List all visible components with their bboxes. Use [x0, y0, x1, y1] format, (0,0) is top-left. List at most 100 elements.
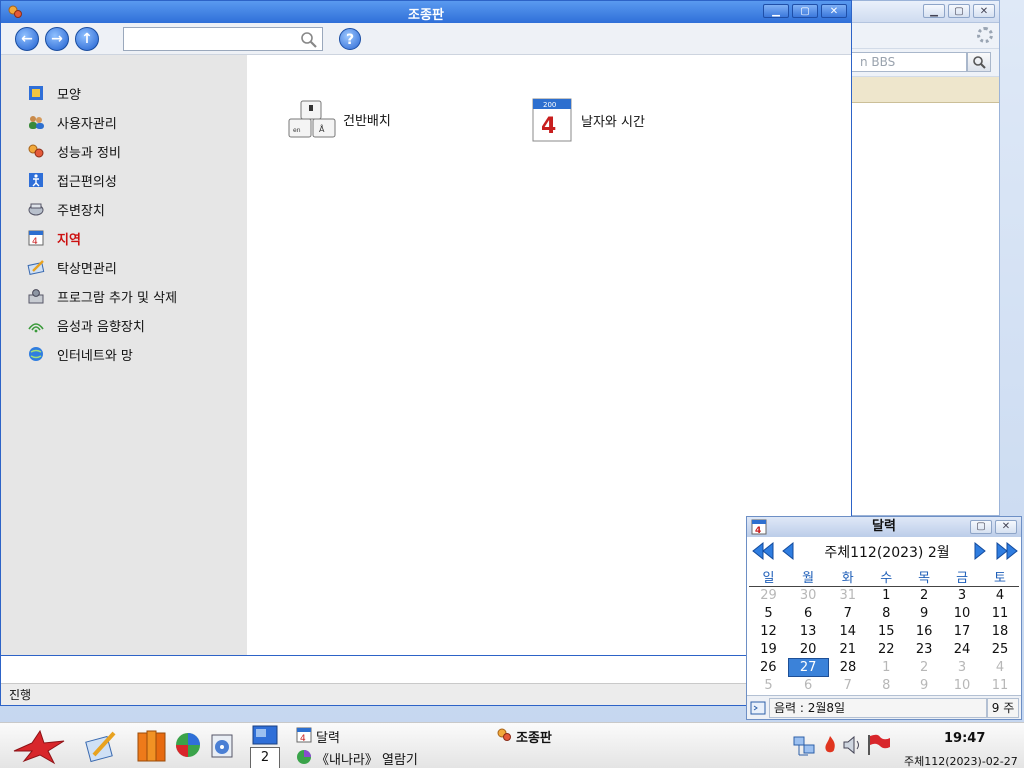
- minimize-button[interactable]: ▁: [923, 4, 945, 18]
- sidebar-item-network[interactable]: 인터네트와 망: [27, 343, 133, 365]
- minimize-button[interactable]: ▁: [763, 4, 789, 18]
- next-year-button[interactable]: [995, 541, 1019, 561]
- calendar-day[interactable]: 9: [905, 605, 943, 623]
- calendar-day[interactable]: 4: [981, 659, 1019, 677]
- calendar-day[interactable]: 11: [981, 605, 1019, 623]
- calendar-day[interactable]: 3: [943, 659, 981, 677]
- calendar-day[interactable]: 8: [867, 605, 905, 623]
- calendar-day[interactable]: 2: [905, 659, 943, 677]
- control-panel-window[interactable]: 조종판 ▁ ▢ ✕ ← → ↑ ? 모양사용자관리성능과 정비접근편의성주변장치…: [0, 0, 852, 706]
- calendar-day[interactable]: 31: [828, 587, 867, 605]
- browser-launcher[interactable]: [174, 731, 202, 762]
- library-launcher[interactable]: [136, 729, 168, 766]
- calendar-day[interactable]: 6: [788, 605, 828, 623]
- maximize-button[interactable]: ▢: [970, 520, 992, 534]
- calendar-day[interactable]: 7: [828, 677, 867, 695]
- calendar-day[interactable]: 11: [981, 677, 1019, 695]
- fire-tray-icon[interactable]: [822, 735, 838, 758]
- search-input[interactable]: [123, 27, 323, 51]
- close-button[interactable]: ✕: [973, 4, 995, 18]
- calendar-day[interactable]: 4: [981, 587, 1019, 605]
- sidebar-item-sound[interactable]: 음성과 음향장치: [27, 314, 145, 336]
- close-button[interactable]: ✕: [995, 520, 1017, 534]
- back-button[interactable]: ←: [15, 27, 39, 51]
- close-button[interactable]: ✕: [821, 4, 847, 18]
- task-control-panel[interactable]: [496, 727, 512, 746]
- calendar-day[interactable]: 22: [867, 641, 905, 659]
- calendar-day[interactable]: 6: [788, 677, 828, 695]
- volume-tray-icon[interactable]: [842, 735, 864, 758]
- maximize-button[interactable]: ▢: [948, 4, 970, 18]
- sidebar-item-peripherals[interactable]: 주변장치: [27, 198, 105, 220]
- calendar-day[interactable]: 19: [749, 641, 788, 659]
- calendar-day[interactable]: 28: [828, 659, 867, 677]
- calendar-day[interactable]: 2: [905, 587, 943, 605]
- window-titlebar[interactable]: 조종판 ▁ ▢ ✕: [1, 1, 851, 23]
- calendar-day[interactable]: 15: [867, 623, 905, 641]
- sidebar-item-desktop[interactable]: 탁상면관리: [27, 256, 117, 278]
- background-window-titlebar[interactable]: ▁ ▢ ✕: [849, 1, 999, 23]
- forward-button[interactable]: →: [45, 27, 69, 51]
- terminal-icon[interactable]: [750, 700, 766, 719]
- maximize-button[interactable]: ▢: [792, 4, 818, 18]
- network-tray-icon[interactable]: [792, 735, 816, 760]
- calendar-day[interactable]: 9: [905, 677, 943, 695]
- calendar-day[interactable]: 30: [788, 587, 828, 605]
- task-calendar-label[interactable]: 달력: [316, 727, 340, 746]
- calendar-day[interactable]: 5: [749, 677, 788, 695]
- task-browser[interactable]: [296, 749, 312, 768]
- calendar-day[interactable]: 10: [943, 677, 981, 695]
- calendar-window[interactable]: 4 달력 ▢ ✕ 주체112(2023) 2월 일월화수목금토 29 30 31 1 2…: [746, 516, 1022, 720]
- sidebar-item-label: 사용자관리: [57, 116, 117, 132]
- help-button[interactable]: ?: [339, 28, 361, 50]
- calendar-day[interactable]: 29: [749, 587, 788, 605]
- sidebar-item-users[interactable]: 사용자관리: [27, 111, 117, 133]
- address-input[interactable]: n BBS: [849, 52, 967, 72]
- calendar-day[interactable]: 18: [981, 623, 1019, 641]
- calendar-day[interactable]: 21: [828, 641, 867, 659]
- workspace-switcher-icon[interactable]: [252, 725, 278, 748]
- sidebar-item-programs[interactable]: 프로그람 추가 및 삭제: [27, 285, 177, 307]
- calendar-day-today[interactable]: 27: [787, 658, 829, 677]
- red-flag-tray-icon[interactable]: [866, 733, 892, 760]
- sidebar-item-appearance[interactable]: 모양: [27, 82, 81, 104]
- calendar-day[interactable]: 25: [981, 641, 1019, 659]
- calendar-day[interactable]: 1: [867, 659, 905, 677]
- background-browser-window[interactable]: ▁ ▢ ✕ n BBS: [848, 0, 1000, 516]
- sidebar-item-performance[interactable]: 성능과 정비: [27, 140, 121, 162]
- calendar-day[interactable]: 24: [943, 641, 981, 659]
- calendar-day[interactable]: 7: [828, 605, 867, 623]
- calendar-day[interactable]: 23: [905, 641, 943, 659]
- calendar-day[interactable]: 13: [788, 623, 828, 641]
- calendar-day[interactable]: 20: [788, 641, 828, 659]
- keyboard-layout-item[interactable]: en Å 건반배치: [287, 99, 391, 139]
- calendar-day[interactable]: 16: [905, 623, 943, 641]
- calendar-day[interactable]: 12: [749, 623, 788, 641]
- up-button[interactable]: ↑: [75, 27, 99, 51]
- gear-icon[interactable]: [977, 27, 993, 43]
- sidebar-item-region[interactable]: 4 지역: [27, 227, 81, 249]
- prev-year-button[interactable]: [751, 541, 775, 561]
- calendar-day[interactable]: 5: [749, 605, 788, 623]
- sidebar-item-accessibility[interactable]: 접근편의성: [27, 169, 117, 191]
- text-editor-launcher[interactable]: [84, 729, 118, 766]
- calendar-titlebar[interactable]: 4 달력 ▢ ✕: [747, 517, 1021, 537]
- calendar-day[interactable]: 14: [828, 623, 867, 641]
- media-player-launcher[interactable]: [208, 729, 238, 764]
- task-control-panel-label[interactable]: 조종판: [516, 727, 552, 746]
- calendar-day[interactable]: 10: [943, 605, 981, 623]
- workspace-number[interactable]: 2: [250, 747, 280, 768]
- date-time-item[interactable]: 200 4 날자와 시간: [529, 95, 645, 145]
- clock[interactable]: 19:47: [944, 731, 985, 746]
- prev-month-button[interactable]: [781, 541, 795, 561]
- calendar-day[interactable]: 1: [867, 587, 905, 605]
- calendar-day[interactable]: 8: [867, 677, 905, 695]
- calendar-day[interactable]: 3: [943, 587, 981, 605]
- search-button[interactable]: [967, 52, 991, 72]
- start-menu-button[interactable]: [10, 729, 68, 768]
- calendar-day[interactable]: 26: [749, 659, 788, 677]
- task-calendar[interactable]: 4: [296, 727, 312, 746]
- calendar-day[interactable]: 17: [943, 623, 981, 641]
- next-month-button[interactable]: [973, 541, 987, 561]
- task-browser-label[interactable]: 《내나라》 열람기: [316, 749, 418, 768]
